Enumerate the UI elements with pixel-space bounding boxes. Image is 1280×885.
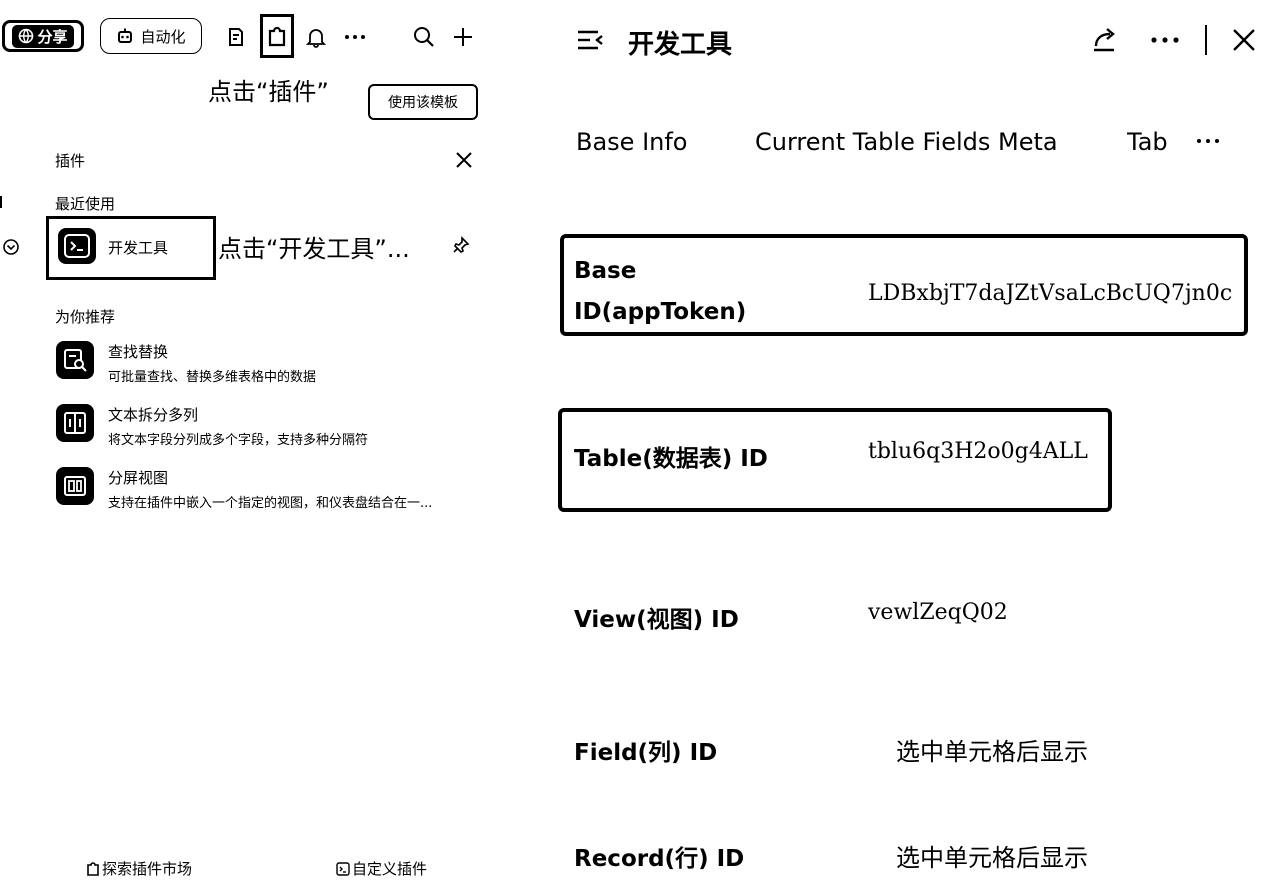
plugin-panel-title: 插件 [55, 152, 86, 170]
plugin-icon [267, 25, 287, 47]
view-id-value[interactable]: vewlZeqQ02 [868, 600, 1008, 625]
collapse-menu-icon[interactable] [576, 28, 604, 52]
base-id-label-line1: Base [574, 258, 637, 284]
recommend-item-text-split[interactable] [56, 404, 94, 442]
annotation-click-devtool: 点击“开发工具”... [218, 235, 410, 263]
terminal-icon [58, 228, 96, 264]
tabs-more-icon[interactable] [1196, 138, 1220, 144]
bell-icon[interactable] [302, 23, 330, 51]
base-id-label-line2: ID(appToken) [574, 299, 747, 325]
field-id-value: 选中单元格后显示 [896, 738, 1088, 766]
plus-icon[interactable] [449, 23, 477, 51]
use-template-button[interactable]: 使用该模板 [368, 84, 478, 120]
header-divider [1205, 25, 1207, 55]
recent-devtool-label: 开发工具 [108, 239, 169, 257]
plugin-button[interactable] [260, 14, 294, 58]
code-icon [336, 861, 350, 876]
globe-icon [18, 28, 34, 44]
automation-label: 自动化 [140, 27, 186, 46]
explore-market-label: 探索插件市场 [102, 860, 193, 878]
table-id-value[interactable]: tblu6q3H2o0g4ALL [868, 439, 1088, 464]
recommend-title-2: 分屏视图 [108, 469, 169, 487]
share-label: 分享 [37, 27, 68, 46]
share-button[interactable]: 分享 [2, 20, 84, 52]
custom-plugin-label: 自定义插件 [352, 860, 428, 878]
field-id-label: Field(列) ID [574, 740, 718, 766]
robot-icon [116, 27, 134, 45]
plugin-icon [86, 861, 100, 876]
find-replace-icon [56, 341, 94, 379]
explore-market-link[interactable]: 探索插件市场 [86, 858, 192, 879]
automation-button[interactable]: 自动化 [100, 18, 202, 54]
recommend-title-1: 文本拆分多列 [108, 406, 199, 424]
chevron-down-icon[interactable] [2, 238, 20, 256]
split-view-icon [56, 467, 94, 505]
more-icon[interactable] [341, 23, 369, 51]
recommend-desc-0: 可批量查找、替换多维表格中的数据 [108, 370, 317, 385]
close-icon[interactable] [1232, 28, 1256, 52]
base-id-value[interactable]: LDBxbjT7daJZtVsaLcBcUQ7jn0c [868, 281, 1232, 306]
share-out-icon[interactable] [1090, 26, 1120, 54]
table-id-label: Table(数据表) ID [574, 446, 768, 472]
custom-plugin-link[interactable]: 自定义插件 [336, 858, 427, 879]
close-icon[interactable] [450, 146, 478, 174]
tab-table[interactable]: Tab [1127, 128, 1167, 156]
record-id-label: Record(行) ID [574, 846, 745, 872]
recommend-item-split-view[interactable] [56, 467, 94, 505]
recommend-item-find-replace[interactable] [56, 341, 94, 379]
recommend-title: 为你推荐 [55, 308, 116, 326]
view-id-label: View(视图) ID [574, 607, 739, 633]
tab-current-table-fields-meta[interactable]: Current Table Fields Meta [755, 128, 1058, 156]
pin-icon[interactable] [452, 236, 470, 254]
devtool-title: 开发工具 [628, 30, 733, 60]
edge-marker [0, 196, 2, 208]
annotation-click-plugin: 点击“插件” [208, 78, 329, 106]
recommend-title-0: 查找替换 [108, 343, 169, 361]
search-icon[interactable] [410, 23, 438, 51]
recent-title: 最近使用 [55, 195, 116, 213]
tab-base-info[interactable]: Base Info [576, 128, 688, 156]
record-id-value: 选中单元格后显示 [896, 844, 1088, 872]
form-icon[interactable] [222, 23, 250, 51]
more-icon[interactable] [1150, 36, 1180, 44]
recommend-desc-1: 将文本字段分列成多个字段，支持多种分隔符 [108, 433, 369, 448]
split-columns-icon [56, 404, 94, 442]
recommend-desc-2: 支持在插件中嵌入一个指定的视图，和仪表盘结合在一... [108, 496, 433, 511]
